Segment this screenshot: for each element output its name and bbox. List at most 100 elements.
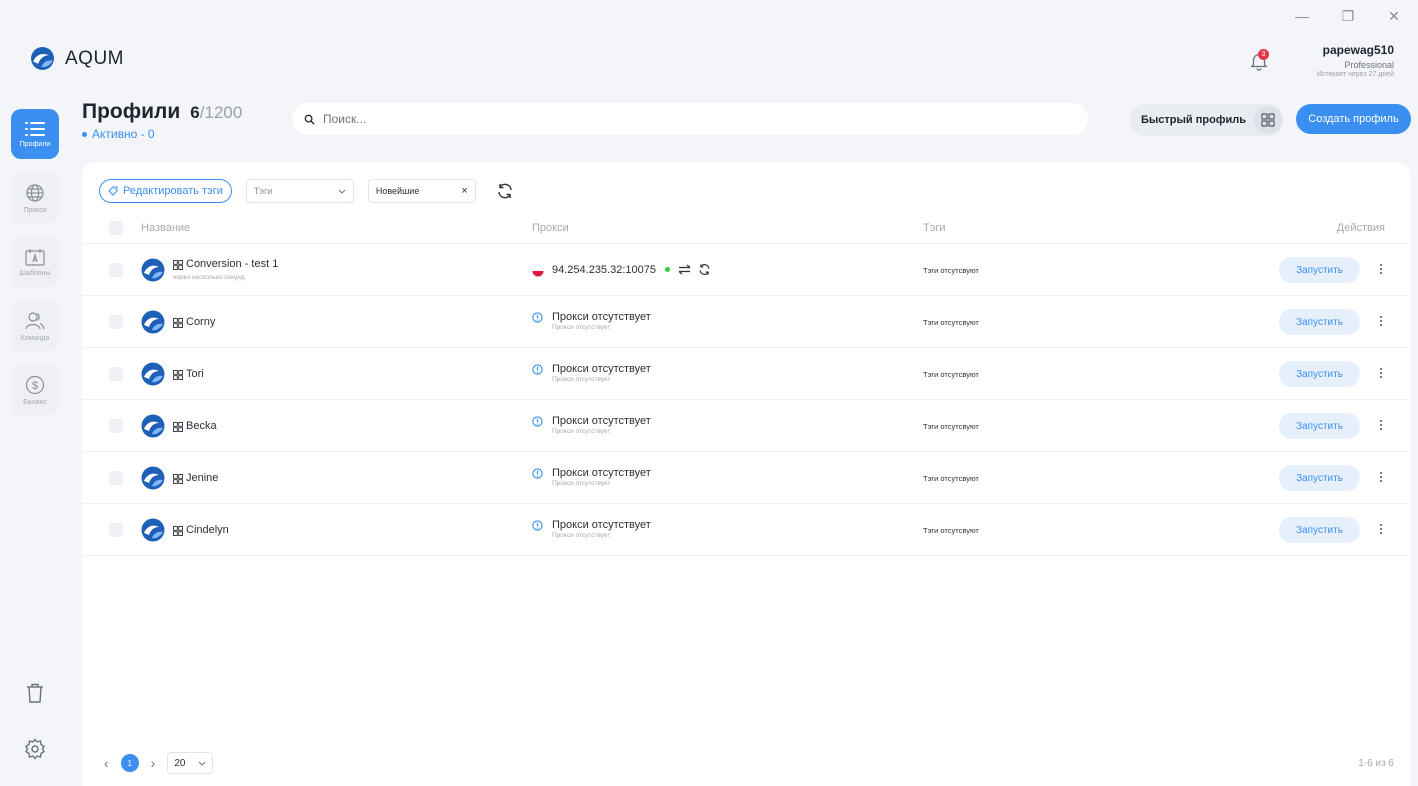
edit-tags-button[interactable]: Редактировать тэги (99, 179, 232, 203)
select-all-checkbox[interactable] (109, 221, 123, 235)
column-actions: Действия (1336, 222, 1385, 234)
run-profile-button[interactable]: Запустить (1279, 309, 1360, 335)
svg-text:$: $ (32, 380, 38, 392)
user-name: papewag510 (1322, 43, 1394, 57)
table-row[interactable]: Conversion - test 1 через несколько секун… (82, 244, 1410, 296)
trash-icon[interactable] (24, 682, 46, 704)
row-checkbox[interactable] (109, 419, 123, 433)
user-plan: Professional (1344, 60, 1394, 70)
chevron-down-icon (198, 761, 206, 766)
more-options-icon[interactable] (1378, 314, 1384, 328)
sidebar-item-proxies[interactable]: Прокси (11, 173, 59, 223)
profile-name[interactable]: Becka (186, 420, 217, 432)
table-row[interactable]: Tori Прокси отсутствует Прокси отсутствует… (82, 348, 1410, 400)
browser-avatar-icon (141, 414, 165, 438)
edit-tags-label: Редактировать тэги (123, 185, 223, 197)
flag-icon (532, 265, 544, 277)
windows-icon (173, 318, 183, 328)
browser-avatar-icon (141, 310, 165, 334)
profile-name[interactable]: Corny (186, 316, 215, 328)
table-row[interactable]: Cindelyn Прокси отсутствует Прокси отсутст… (82, 504, 1410, 556)
row-checkbox[interactable] (109, 523, 123, 537)
column-tags: Тэги (923, 222, 946, 234)
windows-icon (173, 526, 183, 536)
run-profile-button[interactable]: Запустить (1279, 517, 1360, 543)
run-profile-button[interactable]: Запустить (1279, 361, 1360, 387)
proxy-status: Прокси отсутствует (552, 467, 651, 479)
windows-icon (173, 370, 183, 380)
current-page[interactable]: 1 (120, 754, 139, 772)
sidebar-item-profiles[interactable]: Профили (11, 109, 59, 159)
proxy-status-dot (665, 267, 670, 272)
refresh-proxy-icon[interactable] (698, 263, 711, 276)
plan-expiry: Истекает через 27 дней (1316, 71, 1394, 78)
info-icon (532, 312, 543, 323)
gear-icon[interactable] (24, 738, 46, 760)
clear-sort-button[interactable]: × (461, 185, 467, 197)
more-options-icon[interactable] (1378, 366, 1384, 380)
sidebar-item-templates[interactable]: Шаблоны (11, 237, 59, 287)
row-checkbox[interactable] (109, 471, 123, 485)
proxy-status-sub: Прокси отсутствует (552, 532, 611, 539)
active-status: Активно - 0 (82, 127, 155, 141)
profile-tags: Тэги отсутсвуют (923, 422, 979, 431)
row-checkbox[interactable] (109, 315, 123, 329)
search-bar[interactable] (292, 103, 1088, 135)
proxy-status: Прокси отсутствует (552, 311, 651, 323)
browser-avatar-icon (141, 518, 165, 542)
more-options-icon[interactable] (1378, 418, 1384, 432)
profile-name[interactable]: Cindelyn (186, 524, 229, 536)
more-options-icon[interactable] (1378, 522, 1384, 536)
page-size-select[interactable]: 20 (167, 752, 214, 774)
proxy-status: Прокси отсутствует (552, 415, 651, 427)
user-info[interactable]: papewag510 Professional Истекает через 2… (1317, 43, 1394, 78)
sidebar-item-label: Прокси (23, 206, 47, 214)
sidebar-item-team[interactable]: Команда (11, 301, 59, 351)
proxy-status-sub: Прокси отсутствует (552, 376, 611, 383)
run-profile-button[interactable]: Запустить (1279, 413, 1360, 439)
more-options-icon[interactable] (1378, 470, 1384, 484)
close-button[interactable]: ✕ (1384, 8, 1404, 25)
minimize-button[interactable]: — (1292, 8, 1312, 25)
sidebar-item-balance[interactable]: $ Баланс (11, 365, 59, 415)
info-icon (532, 416, 543, 427)
tags-filter-select[interactable]: Тэги (245, 179, 354, 203)
column-proxy: Прокси (532, 222, 569, 234)
browser-avatar-icon (141, 466, 165, 490)
column-name: Название (141, 222, 191, 234)
profile-name[interactable]: Tori (186, 368, 204, 380)
quick-profile-button[interactable]: Быстрый профиль (1130, 104, 1284, 136)
sort-select[interactable]: Новейшие × (367, 179, 476, 203)
run-profile-button[interactable]: Запустить (1279, 257, 1360, 283)
profile-name[interactable]: Jenine (186, 472, 218, 484)
proxy-address: 94.254.235.32:10075 (552, 264, 656, 276)
row-checkbox[interactable] (109, 263, 123, 277)
notification-badge: 3 (1258, 49, 1269, 60)
browser-avatar-icon (141, 362, 165, 386)
refresh-icon[interactable] (496, 182, 514, 200)
proxy-status-sub: Прокси отсутствует (552, 324, 611, 331)
table-header: Название Прокси Тэги Действия (82, 214, 1410, 244)
team-icon (25, 311, 45, 329)
restore-button[interactable]: ❐ (1338, 8, 1358, 25)
profiles-panel: Редактировать тэги Тэги Новейшие × Назва… (82, 162, 1410, 786)
chevron-down-icon (338, 189, 346, 194)
table-row[interactable]: Corny Прокси отсутствует Прокси отсутствуе… (82, 296, 1410, 348)
table-row[interactable]: Jenine Прокси отсутствует Прокси отсутству… (82, 452, 1410, 504)
profile-tags: Тэги отсутсвуют (923, 318, 979, 327)
search-input[interactable] (323, 112, 1023, 126)
swap-icon[interactable] (678, 264, 691, 275)
prev-page-button[interactable]: ‹ (104, 755, 109, 771)
quick-profile-icon-button[interactable] (1254, 106, 1282, 134)
profile-name[interactable]: Conversion - test 1 (186, 258, 278, 270)
row-checkbox[interactable] (109, 367, 123, 381)
dollar-icon: $ (25, 375, 45, 394)
create-profile-button[interactable]: Создать профиль (1296, 104, 1411, 134)
next-page-button[interactable]: › (151, 755, 156, 771)
globe-icon (26, 183, 44, 202)
window-controls: — ❐ ✕ (1292, 8, 1404, 25)
run-profile-button[interactable]: Запустить (1279, 465, 1360, 491)
table-row[interactable]: Becka Прокси отсутствует Прокси отсутствуе… (82, 400, 1410, 452)
table-toolbar: Редактировать тэги Тэги Новейшие × (99, 179, 514, 203)
more-options-icon[interactable] (1378, 262, 1384, 276)
